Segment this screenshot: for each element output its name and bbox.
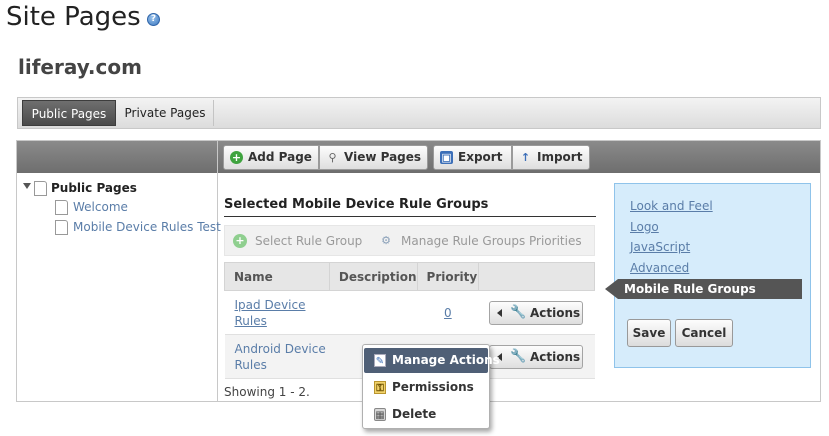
tab-public-pages[interactable]: Public Pages	[22, 100, 116, 126]
actions-label: Actions	[529, 305, 581, 320]
wrench-icon: 🔧	[509, 304, 527, 320]
menu-item-label: Delete	[392, 407, 437, 421]
rule-group-name-link[interactable]: Rules	[235, 313, 330, 329]
nav-link-look-and-feel[interactable]: Look and Feel	[630, 199, 713, 213]
nav-link-advanced[interactable]: Advanced	[630, 261, 689, 275]
tree-item-label: Welcome	[73, 200, 128, 214]
rule-group-name-link[interactable]: Ipad Device	[235, 297, 330, 313]
name-cell: Ipad Device Rules	[224, 290, 330, 335]
manage-priorities-label: Manage Rule Groups Priorities	[401, 234, 582, 248]
menu-item-delete[interactable]: ▦ Delete	[364, 402, 488, 427]
pagination-status: Showing 1 - 2.	[224, 385, 310, 399]
nav-link-javascript[interactable]: JavaScript	[630, 240, 690, 254]
manage-icon: ✎	[374, 354, 386, 367]
site-name: liferay.com	[18, 55, 142, 79]
actions-label: Actions	[529, 349, 581, 364]
section-title: Selected Mobile Device Rule Groups	[224, 197, 596, 217]
manage-priorities-button[interactable]: ⚙ Manage Rule Groups Priorities	[379, 234, 582, 248]
column-header-actions	[478, 262, 595, 291]
plus-icon: +	[233, 234, 247, 248]
priority-cell: 0	[417, 290, 479, 335]
page-tabs: Public Pages Private Pages	[17, 97, 821, 129]
export-button[interactable]: ▣ Export	[433, 145, 512, 170]
tree-item-label: Mobile Device Rules Test	[73, 220, 221, 234]
column-header-priority: Priority	[416, 262, 480, 291]
tree-root-label: Public Pages	[51, 181, 137, 195]
menu-item-permissions[interactable]: ⚿ Permissions	[364, 375, 488, 400]
priority-link[interactable]: 0	[444, 306, 452, 320]
name-cell: Android Device Rules	[224, 334, 330, 379]
menu-item-label: Manage Actions	[392, 353, 500, 367]
table-row: Ipad Device Rules 0 🔧 Actions	[224, 290, 595, 335]
tree-item-mobile-device-rules-test[interactable]: Mobile Device Rules Test	[55, 220, 221, 235]
actions-button[interactable]: 🔧 Actions	[488, 344, 583, 369]
select-rule-group-label: Select Rule Group	[255, 234, 363, 248]
up-arrow-icon: ↑	[520, 151, 531, 164]
menu-item-label: Permissions	[392, 380, 474, 394]
add-page-label: Add Page	[248, 150, 312, 164]
view-pages-button[interactable]: ⚲ View Pages	[319, 145, 428, 170]
import-button[interactable]: ↑ Import	[512, 145, 590, 170]
pages-icon	[34, 181, 47, 196]
nav-item-mobile-rule-groups[interactable]: Mobile Rule Groups	[618, 279, 802, 299]
tree-root-public-pages[interactable]: Public Pages	[23, 181, 137, 196]
page-icon	[55, 200, 68, 215]
tree-item-welcome[interactable]: Welcome	[55, 200, 128, 215]
column-header-description: Description	[328, 262, 418, 291]
view-pages-label: View Pages	[344, 150, 422, 164]
rule-group-toolbar: + Select Rule Group ⚙ Manage Rule Groups…	[224, 225, 595, 256]
export-label: Export	[458, 150, 503, 164]
actions-dropdown-menu: ✎ Manage Actions ⚿ Permissions ▦ Delete	[362, 344, 500, 429]
selected-pointer	[605, 279, 618, 299]
page-title: Site Pages	[6, 2, 141, 32]
rule-group-name-link[interactable]: Rules	[235, 357, 330, 373]
nav-link-logo[interactable]: Logo	[630, 220, 659, 234]
key-icon: ⚿	[374, 381, 386, 394]
panel-divider	[217, 141, 218, 401]
expand-arrow-icon[interactable]	[23, 183, 31, 189]
wrench-icon: 🔧	[509, 348, 527, 364]
actions-button[interactable]: 🔧 Actions	[488, 300, 583, 325]
plus-icon: +	[230, 151, 243, 164]
select-rule-group-button[interactable]: + Select Rule Group	[233, 234, 362, 248]
save-button[interactable]: Save	[627, 319, 671, 347]
actions-cell: 🔧 Actions	[478, 290, 595, 335]
priority-icon: ⚙	[381, 234, 391, 247]
magnifier-icon: ⚲	[328, 151, 337, 164]
cancel-button[interactable]: Cancel	[675, 319, 733, 347]
rule-group-name-link[interactable]: Android Device	[235, 341, 330, 357]
question-icon[interactable]: ?	[147, 13, 160, 26]
disk-icon: ▣	[440, 151, 453, 164]
tab-private-pages[interactable]: Private Pages	[117, 100, 214, 126]
add-page-button[interactable]: + Add Page	[223, 145, 319, 170]
import-label: Import	[537, 150, 583, 164]
table-header-row: Name Description Priority	[224, 262, 595, 291]
column-header-name: Name	[224, 262, 330, 291]
trash-icon: ▦	[374, 408, 386, 421]
page-icon	[55, 220, 68, 235]
menu-item-manage-actions[interactable]: ✎ Manage Actions	[364, 348, 500, 373]
caret-left-icon	[496, 308, 502, 317]
description-cell	[329, 290, 418, 335]
